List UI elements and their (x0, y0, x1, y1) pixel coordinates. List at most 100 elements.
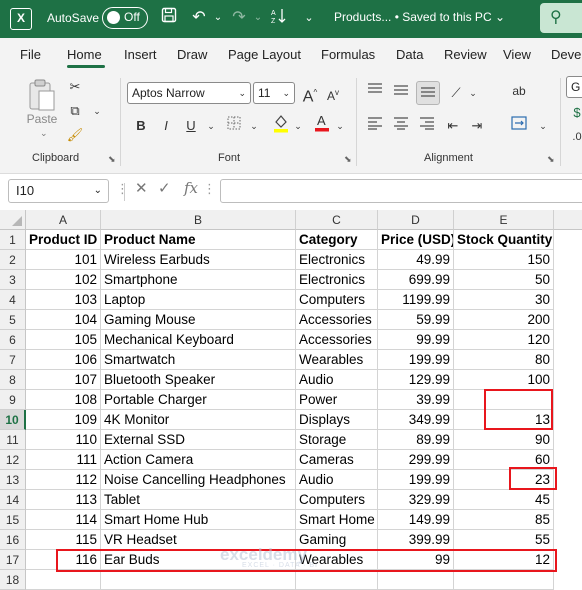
decrease-font-icon[interactable]: Av (322, 82, 344, 104)
table-cell[interactable]: 85 (454, 510, 554, 530)
row-header-13[interactable]: 13 (0, 470, 26, 490)
row-header-11[interactable]: 11 (0, 430, 26, 450)
table-cell[interactable]: Bluetooth Speaker (101, 370, 296, 390)
row-header-6[interactable]: 6 (0, 330, 26, 350)
merge-dropdown-icon[interactable]: ⌄ (532, 115, 554, 137)
table-cell[interactable]: Action Camera (101, 450, 296, 470)
row-header-18[interactable]: 18 (0, 570, 26, 590)
row-header-7[interactable]: 7 (0, 350, 26, 370)
table-cell[interactable]: 101 (26, 250, 101, 270)
tab-formulas[interactable]: Formulas (321, 47, 375, 62)
table-cell[interactable]: 112 (26, 470, 101, 490)
merge-center-icon[interactable] (508, 115, 530, 137)
table-cell[interactable]: 39.99 (378, 390, 454, 410)
wrap-text-icon[interactable]: ab (508, 80, 530, 102)
align-top-icon[interactable] (364, 82, 386, 104)
header-cell[interactable]: Product Name (101, 230, 296, 250)
alignment-launcher-icon[interactable]: ⬊ (547, 154, 555, 165)
table-cell[interactable]: 100 (454, 370, 554, 390)
row-header-15[interactable]: 15 (0, 510, 26, 530)
enter-icon[interactable]: ✓ (158, 179, 171, 197)
column-header-e[interactable]: E (454, 210, 554, 230)
insert-function-icon[interactable]: fx (184, 179, 198, 197)
align-bottom-icon[interactable] (416, 81, 440, 105)
paste-label[interactable]: Paste (22, 112, 62, 126)
row-header-3[interactable]: 3 (0, 270, 26, 290)
table-cell[interactable]: 106 (26, 350, 101, 370)
column-header-b[interactable]: B (101, 210, 296, 230)
table-cell[interactable]: 49.99 (378, 250, 454, 270)
table-cell[interactable]: 113 (26, 490, 101, 510)
table-cell[interactable] (101, 570, 296, 590)
formula-input[interactable] (220, 179, 582, 203)
underline-dropdown-icon[interactable]: ⌄ (200, 115, 222, 137)
table-cell[interactable]: Displays (296, 410, 378, 430)
table-cell[interactable] (378, 570, 454, 590)
header-cell[interactable]: Stock Quantity (454, 230, 554, 250)
customize-toolbar-icon[interactable]: ⌄ (298, 7, 320, 29)
clipboard-launcher-icon[interactable]: ⬊ (108, 154, 116, 165)
table-cell[interactable]: 349.99 (378, 410, 454, 430)
table-cell[interactable]: 200 (454, 310, 554, 330)
borders-icon[interactable] (223, 115, 245, 137)
save-icon[interactable] (158, 7, 180, 29)
table-cell[interactable]: 299.99 (378, 450, 454, 470)
table-cell[interactable] (454, 570, 554, 590)
table-cell[interactable]: 55 (454, 530, 554, 550)
table-cell[interactable]: 104 (26, 310, 101, 330)
increase-font-icon[interactable]: A^ (299, 82, 321, 105)
currency-icon[interactable]: $ (566, 102, 582, 124)
row-header-16[interactable]: 16 (0, 530, 26, 550)
row-header-9[interactable]: 9 (0, 390, 26, 410)
align-right-icon[interactable] (416, 115, 438, 137)
table-cell[interactable] (296, 570, 378, 590)
tab-insert[interactable]: Insert (124, 47, 157, 62)
document-title[interactable]: Products... • Saved to this PC ⌄ (334, 10, 505, 24)
table-cell[interactable]: 199.99 (378, 470, 454, 490)
table-cell[interactable]: 105 (26, 330, 101, 350)
row-header-14[interactable]: 14 (0, 490, 26, 510)
table-cell[interactable]: Smartphone (101, 270, 296, 290)
row-header-10[interactable]: 10 (0, 410, 26, 430)
table-cell[interactable]: 59.99 (378, 310, 454, 330)
table-cell[interactable]: 50 (454, 270, 554, 290)
tab-home[interactable]: Home (67, 47, 102, 62)
bold-button[interactable]: B (130, 115, 152, 137)
table-cell[interactable]: Portable Charger (101, 390, 296, 410)
table-cell[interactable]: 89.99 (378, 430, 454, 450)
column-header-c[interactable]: C (296, 210, 378, 230)
header-cell[interactable]: Product ID (26, 230, 101, 250)
table-cell[interactable]: Gaming Mouse (101, 310, 296, 330)
align-center-icon[interactable] (390, 115, 412, 137)
tab-file[interactable]: File (20, 47, 41, 62)
orientation-dropdown-icon[interactable]: ⌄ (462, 82, 484, 104)
column-header-a[interactable]: A (26, 210, 101, 230)
table-cell[interactable]: 114 (26, 510, 101, 530)
table-cell[interactable]: Accessories (296, 310, 378, 330)
tab-view[interactable]: View (503, 47, 531, 62)
tab-page-layout[interactable]: Page Layout (228, 47, 301, 62)
row-header-1[interactable]: 1 (0, 230, 26, 250)
font-name-select[interactable]: Aptos Narrow ⌄ (127, 82, 251, 104)
font-size-select[interactable]: 11 ⌄ (253, 82, 295, 104)
table-cell[interactable]: Tablet (101, 490, 296, 510)
tab-developer[interactable]: Devel (551, 47, 582, 62)
row-header-2[interactable]: 2 (0, 250, 26, 270)
table-cell[interactable]: Computers (296, 290, 378, 310)
format-painter-icon[interactable]: 🖌 (64, 124, 86, 146)
table-cell[interactable]: 4K Monitor (101, 410, 296, 430)
table-cell[interactable]: 111 (26, 450, 101, 470)
table-cell[interactable]: 120 (454, 330, 554, 350)
row-header-17[interactable]: 17 (0, 550, 26, 570)
cut-icon[interactable]: ✂ (64, 76, 86, 98)
table-cell[interactable]: External SSD (101, 430, 296, 450)
table-cell[interactable]: 150 (454, 250, 554, 270)
table-cell[interactable]: 129.99 (378, 370, 454, 390)
paste-icon[interactable] (26, 78, 58, 112)
column-header-f[interactable] (554, 210, 582, 230)
table-cell[interactable]: Laptop (101, 290, 296, 310)
table-cell[interactable]: Smart Home Hub (101, 510, 296, 530)
table-cell[interactable]: 99.99 (378, 330, 454, 350)
table-cell[interactable]: Computers (296, 490, 378, 510)
table-cell[interactable]: 107 (26, 370, 101, 390)
